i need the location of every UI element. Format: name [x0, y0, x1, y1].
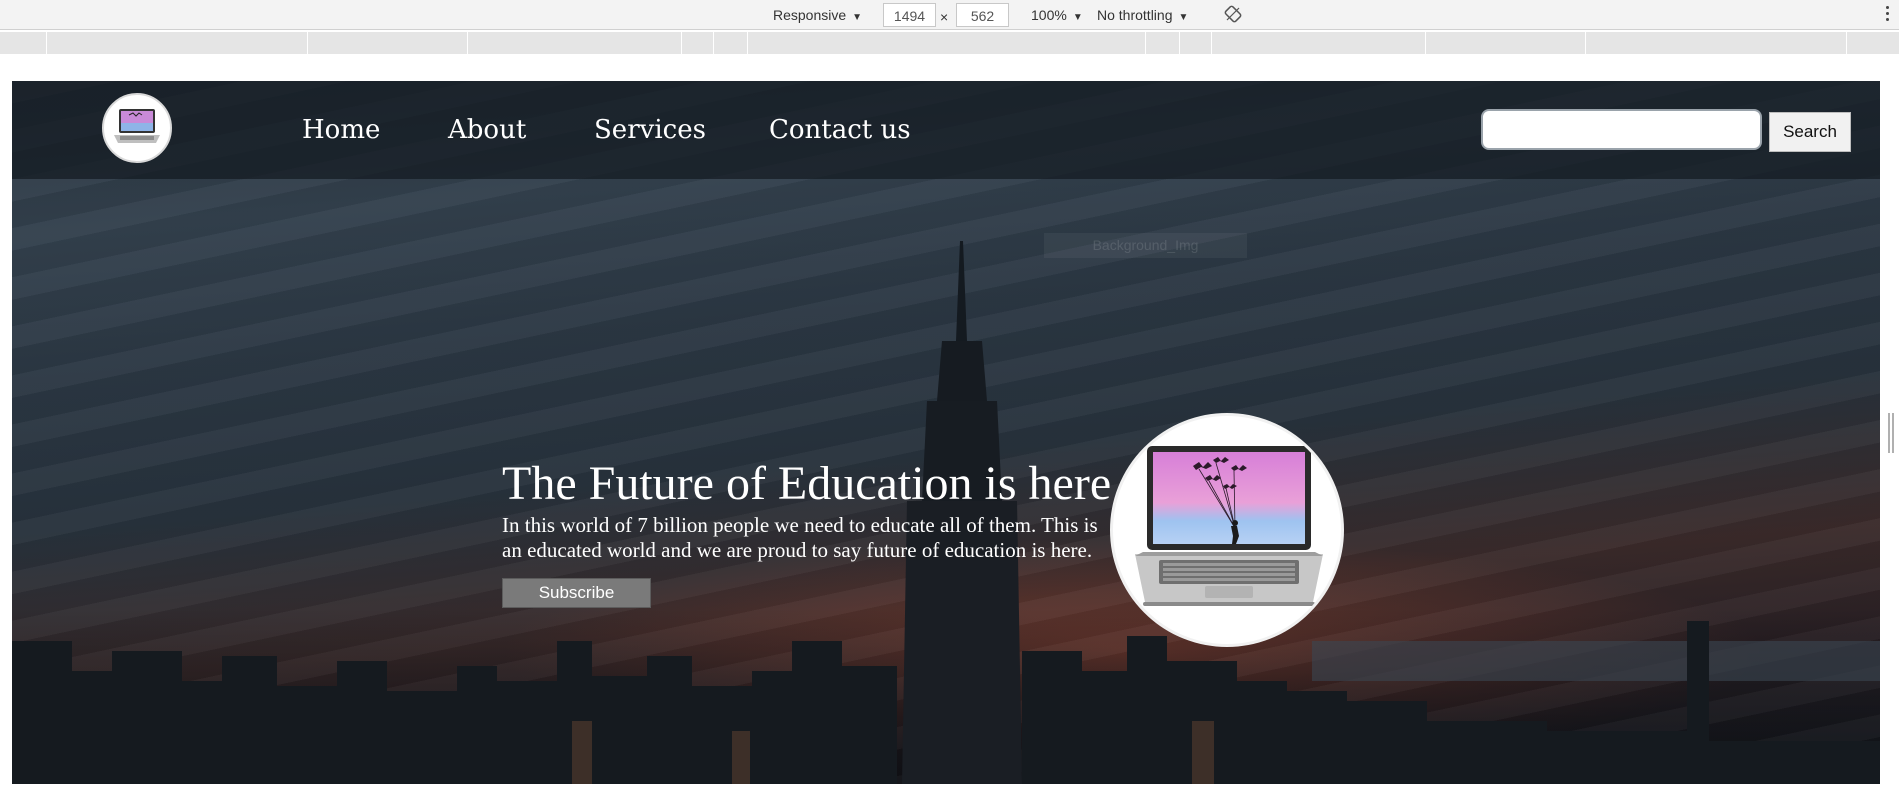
- ruler-tick[interactable]: [1425, 32, 1426, 54]
- search-button[interactable]: Search: [1769, 112, 1851, 152]
- ruler-tick[interactable]: [307, 32, 308, 54]
- throttling-dropdown[interactable]: No throttling ▼: [1097, 0, 1188, 30]
- ruler-tick[interactable]: [1211, 32, 1212, 54]
- zoom-label: 100%: [1031, 7, 1067, 23]
- device-mode-dropdown[interactable]: Responsive ▼: [773, 0, 862, 30]
- ruler-tick[interactable]: [1846, 32, 1847, 54]
- dimension-separator: ×: [940, 9, 949, 25]
- nav-link-about[interactable]: About: [448, 115, 526, 145]
- device-mode-label: Responsive: [773, 7, 847, 23]
- laptop-logo-icon[interactable]: [102, 93, 172, 163]
- throttling-label: No throttling: [1097, 7, 1173, 23]
- ruler-tick[interactable]: [46, 32, 47, 54]
- nav-link-home[interactable]: Home: [302, 115, 380, 145]
- rotate-icon[interactable]: [1224, 5, 1242, 23]
- devtools-device-toolbar: Responsive ▼ 1494 × 562 100% ▼ No throttli…: [0, 0, 1899, 30]
- viewport-height-input[interactable]: 562: [956, 3, 1009, 27]
- ruler-tick[interactable]: [713, 32, 714, 54]
- viewport-resize-handle[interactable]: [1888, 413, 1894, 453]
- ruler-tick[interactable]: [1145, 32, 1146, 54]
- dropdown-arrow-icon: ▼: [852, 12, 863, 23]
- ruler-tick[interactable]: [1179, 32, 1180, 54]
- search-input[interactable]: [1481, 109, 1762, 150]
- nav-link-services[interactable]: Services: [594, 115, 706, 145]
- nav-link-contact-us[interactable]: Contact us: [769, 115, 911, 145]
- dropdown-arrow-icon: ▼: [1178, 12, 1189, 23]
- background-image-label: Background_Img: [1044, 233, 1247, 258]
- page-viewport: Home About Services Contact us Search Ba…: [12, 81, 1880, 784]
- media-query-ruler: [0, 32, 1899, 54]
- ruler-tick[interactable]: [1585, 32, 1586, 54]
- ruler-tick[interactable]: [747, 32, 748, 54]
- kebab-menu-icon[interactable]: [1886, 4, 1890, 24]
- ruler-tick[interactable]: [681, 32, 682, 54]
- subscribe-button[interactable]: Subscribe: [502, 578, 651, 608]
- dropdown-arrow-icon: ▼: [1072, 12, 1083, 23]
- ruler-tick[interactable]: [467, 32, 468, 54]
- zoom-dropdown[interactable]: 100% ▼: [1031, 0, 1083, 30]
- navbar: Home About Services Contact us Search: [12, 81, 1880, 179]
- viewport-width-input[interactable]: 1494: [883, 3, 936, 27]
- hero-description: In this world of 7 billion people we nee…: [502, 513, 1098, 562]
- city-skyline-image: [12, 241, 1880, 784]
- hero-title: The Future of Education is here: [502, 457, 1112, 510]
- laptop-image-icon: [1110, 413, 1344, 647]
